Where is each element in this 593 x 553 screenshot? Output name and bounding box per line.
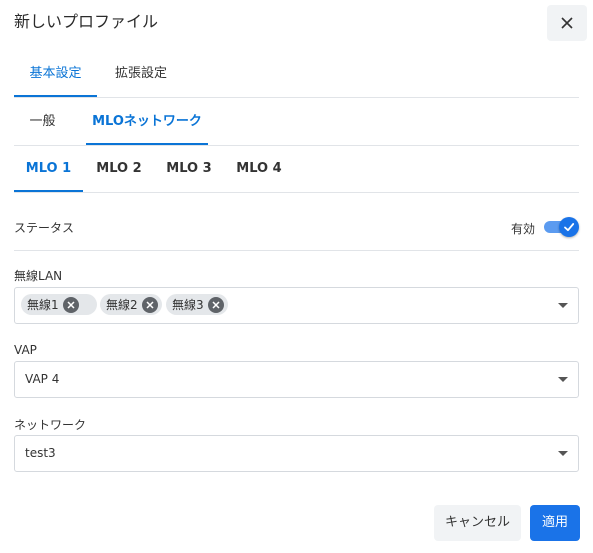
network-select[interactable]: test3: [14, 435, 579, 472]
status-toggle-label: 有効: [511, 222, 536, 236]
close-button[interactable]: [547, 5, 587, 41]
tab-general[interactable]: 一般: [14, 100, 71, 145]
tab-mlo-network[interactable]: MLOネットワーク: [86, 100, 208, 145]
vap-value: VAP 4: [25, 372, 60, 386]
network-value: test3: [25, 446, 56, 460]
close-icon: [561, 17, 573, 29]
chip-label: 無線1: [27, 298, 59, 312]
chip-remove-button[interactable]: [62, 296, 79, 313]
vap-select[interactable]: VAP 4: [14, 361, 579, 398]
network-label: ネットワーク: [14, 418, 87, 432]
tab-advanced-settings[interactable]: 拡張設定: [101, 52, 181, 97]
toggle-knob: [559, 217, 579, 237]
apply-button[interactable]: 適用: [530, 505, 580, 541]
chip-label: 無線3: [172, 298, 204, 312]
remove-icon: [67, 300, 75, 309]
wireless-lan-select[interactable]: 無線1 無線2 無線3: [14, 287, 579, 324]
mlo-tabs: MLO 1 MLO 2 MLO 3 MLO 4: [14, 147, 579, 193]
tab-mlo-2[interactable]: MLO 2: [84, 147, 154, 192]
tab-mlo-3[interactable]: MLO 3: [154, 147, 224, 192]
chip-wireless-3: 無線3: [166, 294, 228, 315]
chip-remove-button[interactable]: [207, 296, 224, 313]
status-divider: [14, 250, 579, 251]
main-tabs: 基本設定 拡張設定: [14, 52, 579, 98]
cancel-button[interactable]: キャンセル: [434, 505, 521, 541]
remove-icon: [146, 300, 154, 309]
tab-mlo-4[interactable]: MLO 4: [224, 147, 294, 192]
tab-mlo-1[interactable]: MLO 1: [14, 147, 83, 192]
chip-label: 無線2: [106, 298, 138, 312]
status-label: ステータス: [14, 221, 75, 235]
chevron-down-icon: [558, 451, 568, 456]
chevron-down-icon: [558, 377, 568, 382]
remove-icon: [212, 300, 220, 309]
wireless-lan-label: 無線LAN: [14, 269, 63, 283]
sub-tabs: 一般 MLOネットワーク: [14, 100, 579, 146]
tab-basic-settings[interactable]: 基本設定: [14, 52, 97, 97]
chevron-down-icon: [558, 303, 568, 308]
chip-remove-button[interactable]: [141, 296, 158, 313]
dialog-title: 新しいプロファイル: [14, 12, 159, 31]
chip-wireless-1: 無線1: [21, 294, 97, 315]
status-toggle[interactable]: [544, 217, 580, 237]
check-icon: [564, 223, 575, 232]
vap-label: VAP: [14, 343, 37, 357]
chip-wireless-2: 無線2: [100, 294, 162, 315]
